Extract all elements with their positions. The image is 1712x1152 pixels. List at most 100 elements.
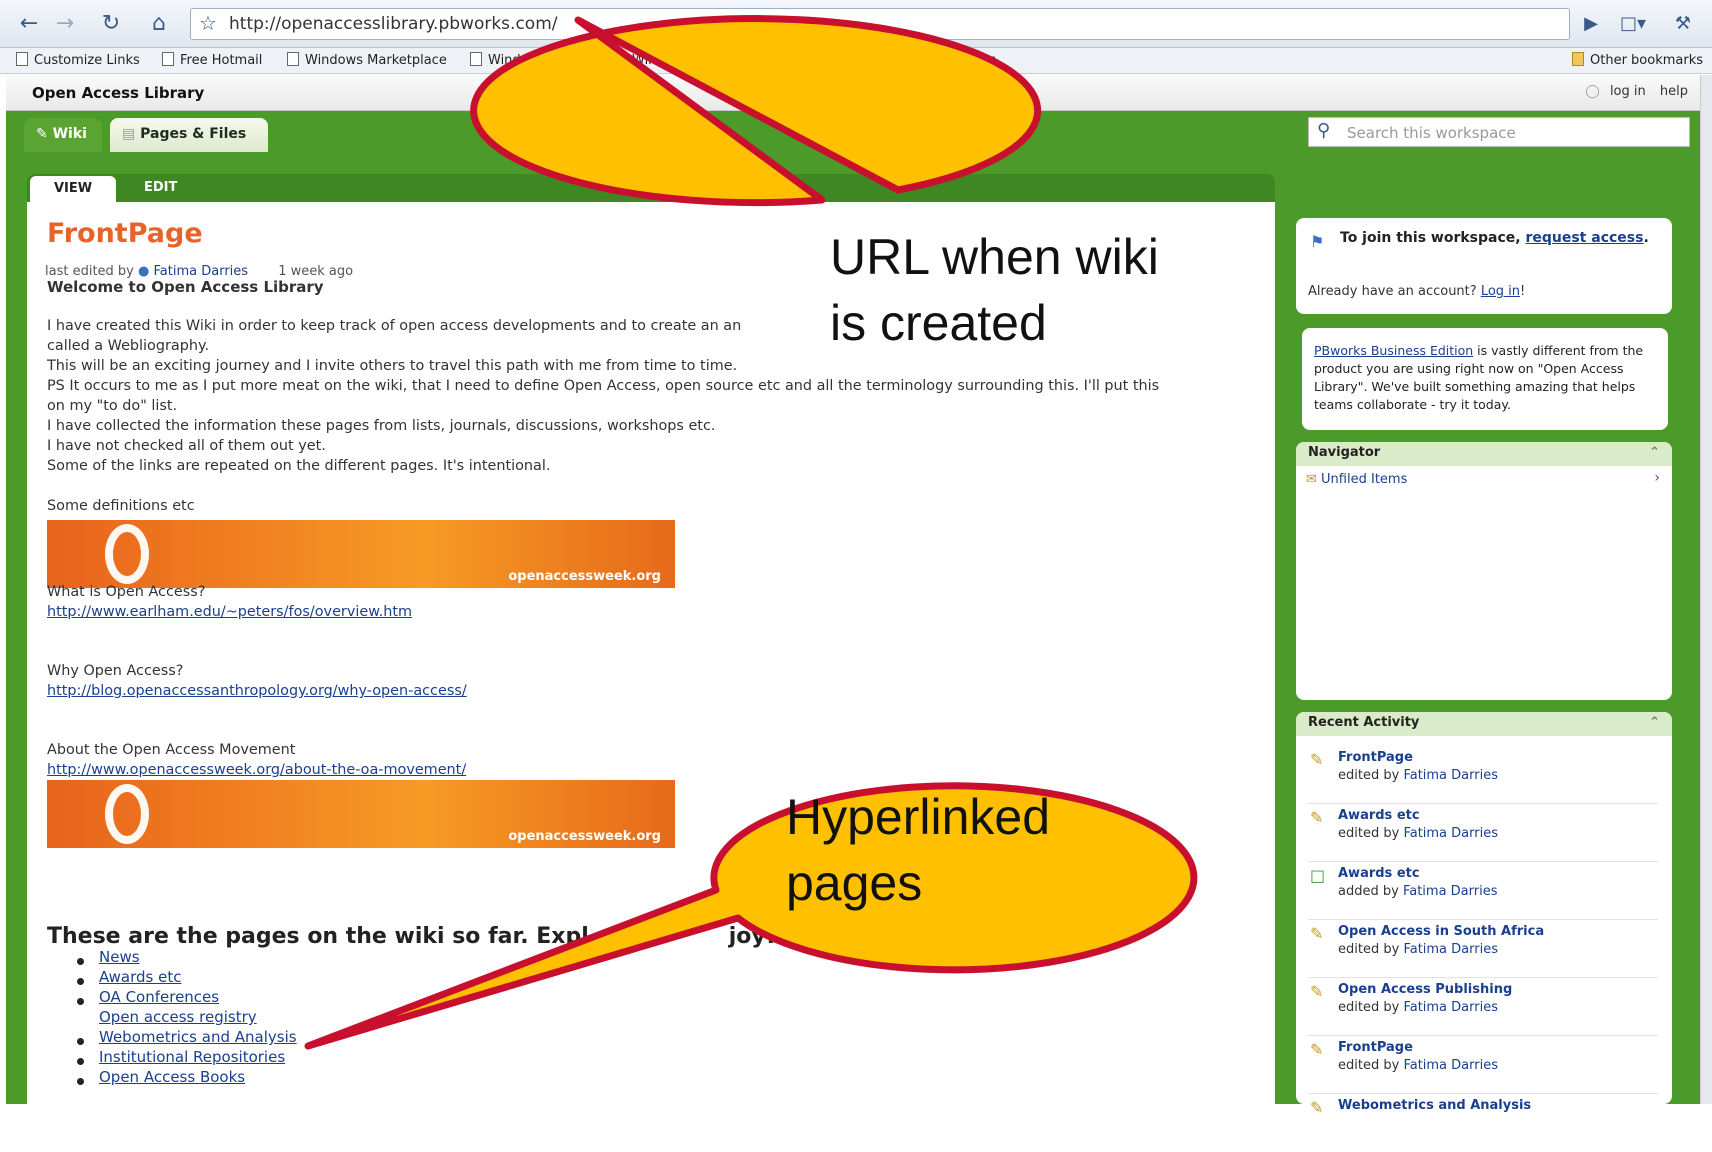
bullet (77, 1058, 84, 1065)
callout-url-text: URL when wiki is created (830, 229, 1159, 351)
page-link-oa-books[interactable]: Open Access Books (99, 1068, 245, 1086)
join-workspace-box: To join this workspace, request access. … (1296, 218, 1672, 314)
bookmark-customize-links[interactable]: Customize Links (16, 52, 140, 68)
bookmarks-bar: Customize Links Free Hotmail Windows Mar… (0, 48, 1712, 74)
intro-line: called a Webliography. (47, 338, 210, 354)
page-scrollbar[interactable] (1700, 75, 1712, 1104)
intro-line: This will be an exciting journey and I i… (47, 358, 738, 374)
recent-activity-header: Recent Activity ⌃ (1296, 712, 1672, 736)
help-link[interactable]: help (1660, 84, 1688, 99)
page-link-news[interactable]: News (99, 948, 140, 966)
folder-icon: ▤ (122, 126, 136, 142)
activity-item[interactable]: ✎ Webometrics and Analysis (1308, 1094, 1658, 1152)
page-menu-icon[interactable]: □▾ (1618, 9, 1648, 39)
pencil-icon: ✎ (1310, 982, 1324, 1001)
workspace-title[interactable]: Open Access Library (32, 84, 204, 102)
pencil-icon: ✎ (1310, 808, 1324, 827)
sidebar-login-link[interactable]: Log in (1481, 284, 1520, 299)
bookmark-windows-marketplace[interactable]: Windows Marketplace (287, 52, 447, 68)
oa-week-banner[interactable]: openaccessweek.org (47, 520, 675, 588)
collapse-icon[interactable]: ⌃ (1649, 715, 1660, 730)
forward-icon[interactable]: → (50, 9, 80, 39)
promo-text: PBworks Business Edition is vastly diffe… (1314, 343, 1644, 412)
chevron-right-icon[interactable]: › (1654, 470, 1660, 486)
page-link-oa-registry[interactable]: Open access registry (99, 1008, 257, 1026)
address-bar[interactable]: ☆ http://openaccesslibrary.pbworks.com/ (190, 8, 1570, 40)
page-title: FrontPage (47, 218, 203, 249)
login-link[interactable]: log in (1610, 84, 1646, 99)
open-access-logo (105, 784, 149, 844)
recent-activity-panel: Recent Activity ⌃ ✎ FrontPage edited by Fat… (1296, 712, 1672, 1117)
unfiled-items[interactable]: ✉ Unfiled Items (1306, 472, 1407, 487)
tab-edit[interactable]: EDIT (144, 180, 177, 195)
intro-line: I have collected the information these p… (47, 418, 716, 434)
pencil-icon: ✎ (1310, 924, 1324, 943)
callout-pages-text: Hyperlinked pages (786, 789, 1051, 911)
wrench-icon[interactable]: ⚒ (1668, 9, 1698, 39)
page-icon (614, 52, 626, 66)
intro-line: PS It occurs to me as I put more meat on… (47, 378, 1160, 394)
tab-wiki[interactable]: ✎ Wiki (24, 118, 102, 152)
last-edited: last edited by ● Fatima Darries 1 week a… (45, 264, 354, 279)
page-icon (470, 52, 482, 66)
join-text: To join this workspace, request access. (1340, 230, 1649, 246)
login-prompt: Already have an account? Log in! (1308, 284, 1526, 299)
bullet (77, 978, 84, 985)
url-text[interactable]: http://openaccesslibrary.pbworks.com/ (229, 14, 557, 34)
definitions-label: Some definitions etc (47, 498, 195, 514)
activity-item[interactable]: ✎ Open Access in South Africa edited by Fa… (1308, 920, 1658, 978)
reload-icon[interactable]: ↻ (96, 9, 126, 39)
pencil-icon: ✎ (1310, 1098, 1324, 1117)
browser-toolbar: ← → ↻ ⌂ ☆ http://openaccesslibrary.pbwor… (0, 0, 1712, 48)
open-access-logo (105, 524, 149, 584)
editor-link[interactable]: Fatima Darries (154, 264, 249, 279)
go-icon[interactable]: ▶ (1576, 9, 1606, 39)
page-link-oa-conferences[interactable]: OA Conferences (99, 988, 219, 1006)
star-icon[interactable]: ☆ (199, 11, 217, 35)
bookmark-on-delicious[interactable]: Bookmark on Delicious (716, 52, 883, 68)
page-icon (716, 52, 728, 66)
bullet (77, 958, 84, 965)
search-input[interactable]: ⚲ Search this workspace (1308, 117, 1690, 147)
activity-item[interactable]: ✎ Open Access Publishing edited by Fatima … (1308, 978, 1658, 1036)
home-icon[interactable]: ⌂ (144, 9, 174, 39)
new-page-icon: □ (1310, 866, 1326, 885)
user-icon: ◯ (1585, 84, 1600, 99)
movement-label: About the Open Access Movement (47, 742, 296, 758)
activity-item[interactable]: ✎ Awards etc edited by Fatima Darries (1308, 804, 1658, 862)
activity-item[interactable]: ✎ FrontPage edited by Fatima Darries (1308, 746, 1658, 804)
bookmark-windows-media[interactable]: Windows Media (470, 52, 589, 68)
intro-line: I have created this Wiki in order to kee… (47, 318, 742, 334)
business-edition-link[interactable]: PBworks Business Edition (1314, 343, 1473, 358)
bookmark-free-hotmail[interactable]: Free Hotmail (162, 52, 262, 68)
workspace-header: Open Access Library ◯ log in help (6, 75, 1706, 111)
intro-line: Some of the links are repeated on the di… (47, 458, 551, 474)
bookmark-windows[interactable]: Windows (614, 52, 690, 68)
why-link[interactable]: http://blog.openaccessanthropology.org/w… (47, 683, 467, 699)
request-access-link[interactable]: request access (1525, 230, 1643, 246)
welcome-heading: Welcome to Open Access Library (47, 278, 324, 296)
bullet (77, 1038, 84, 1045)
oa-week-banner[interactable]: openaccessweek.org (47, 780, 675, 848)
bookmark-my-delicious[interactable]: My Delicious (896, 52, 996, 68)
page-link-awards[interactable]: Awards etc (99, 968, 181, 986)
delicious-icon (896, 52, 908, 66)
activity-item[interactable]: ✎ FrontPage edited by Fatima Darries (1308, 1036, 1658, 1094)
back-icon[interactable]: ← (14, 9, 44, 39)
wiki-icon: ✎ (36, 126, 48, 142)
intro-line: I have not checked all of them out yet. (47, 438, 326, 454)
page-link-institutional-repositories[interactable]: Institutional Repositories (99, 1048, 285, 1066)
other-bookmarks[interactable]: Other bookmarks (1572, 52, 1703, 68)
pages-heading: These are the pages on the wiki so far. … (47, 924, 776, 949)
page-link-webometrics[interactable]: Webometrics and Analysis (99, 1028, 297, 1046)
movement-link[interactable]: http://www.openaccessweek.org/about-the-… (47, 762, 466, 778)
collapse-icon[interactable]: ⌃ (1649, 445, 1660, 460)
inbox-icon: ✉ (1306, 472, 1317, 487)
tab-pages-files[interactable]: ▤ Pages & Files (110, 118, 268, 152)
navigator-header: Navigator ⌃ (1296, 442, 1672, 466)
pencil-icon: ✎ (1310, 750, 1324, 769)
tab-view[interactable]: VIEW (30, 176, 116, 202)
user-icon: ● (138, 264, 150, 279)
what-is-link[interactable]: http://www.earlham.edu/~peters/fos/overv… (47, 604, 412, 620)
activity-item[interactable]: □ Awards etc added by Fatima Darries (1308, 862, 1658, 920)
